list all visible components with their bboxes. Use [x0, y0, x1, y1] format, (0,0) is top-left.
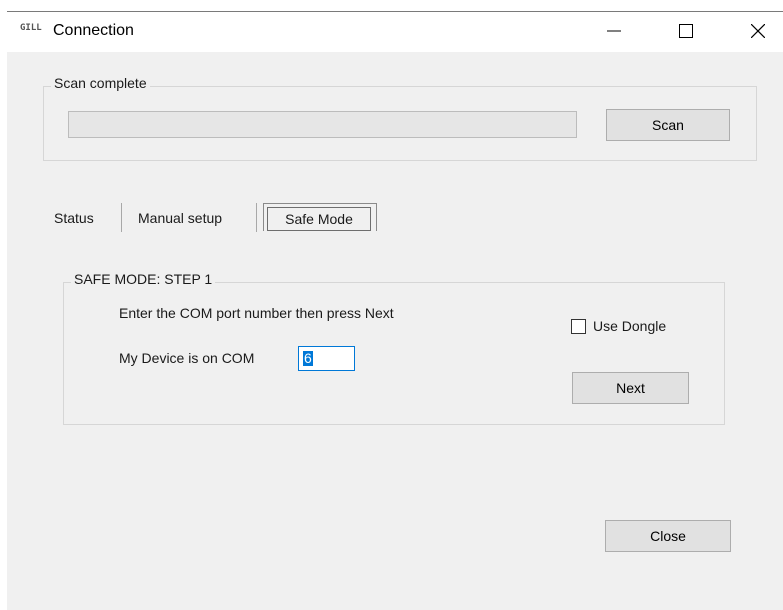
- tab-status[interactable]: Status: [54, 203, 94, 233]
- scan-group: Scan complete Scan: [43, 75, 757, 161]
- scan-button[interactable]: Scan: [606, 109, 730, 141]
- close-button[interactable]: Close: [605, 520, 731, 552]
- scan-group-label: Scan complete: [51, 75, 150, 91]
- safe-mode-group-label: SAFE MODE: STEP 1: [71, 271, 216, 287]
- com-port-input[interactable]: 6: [298, 346, 355, 371]
- maximize-icon: [679, 24, 693, 38]
- title-bar[interactable]: GILL Connection: [7, 12, 783, 52]
- use-dongle-checkbox[interactable]: [571, 319, 586, 334]
- minimize-button[interactable]: [591, 12, 637, 50]
- tab-safe-mode[interactable]: Safe Mode: [267, 207, 371, 231]
- connection-window: GILL Connection Scan complete Scan Statu…: [7, 11, 783, 610]
- tab-manual-setup[interactable]: Manual setup: [138, 203, 222, 233]
- maximize-button[interactable]: [663, 12, 709, 50]
- scan-progress-bar: [68, 111, 577, 138]
- com-port-label: My Device is on COM: [119, 350, 255, 366]
- close-icon: [751, 24, 765, 38]
- close-window-button[interactable]: [735, 12, 781, 50]
- com-port-value: 6: [303, 350, 313, 366]
- minimize-icon: [607, 30, 621, 32]
- safe-mode-instruction: Enter the COM port number then press Nex…: [119, 305, 394, 321]
- app-icon: GILL: [20, 23, 42, 33]
- tab-separator: [256, 203, 257, 232]
- window-title: Connection: [53, 22, 134, 39]
- use-dongle-label[interactable]: Use Dongle: [593, 318, 666, 334]
- tab-separator: [121, 203, 122, 232]
- next-button[interactable]: Next: [572, 372, 689, 404]
